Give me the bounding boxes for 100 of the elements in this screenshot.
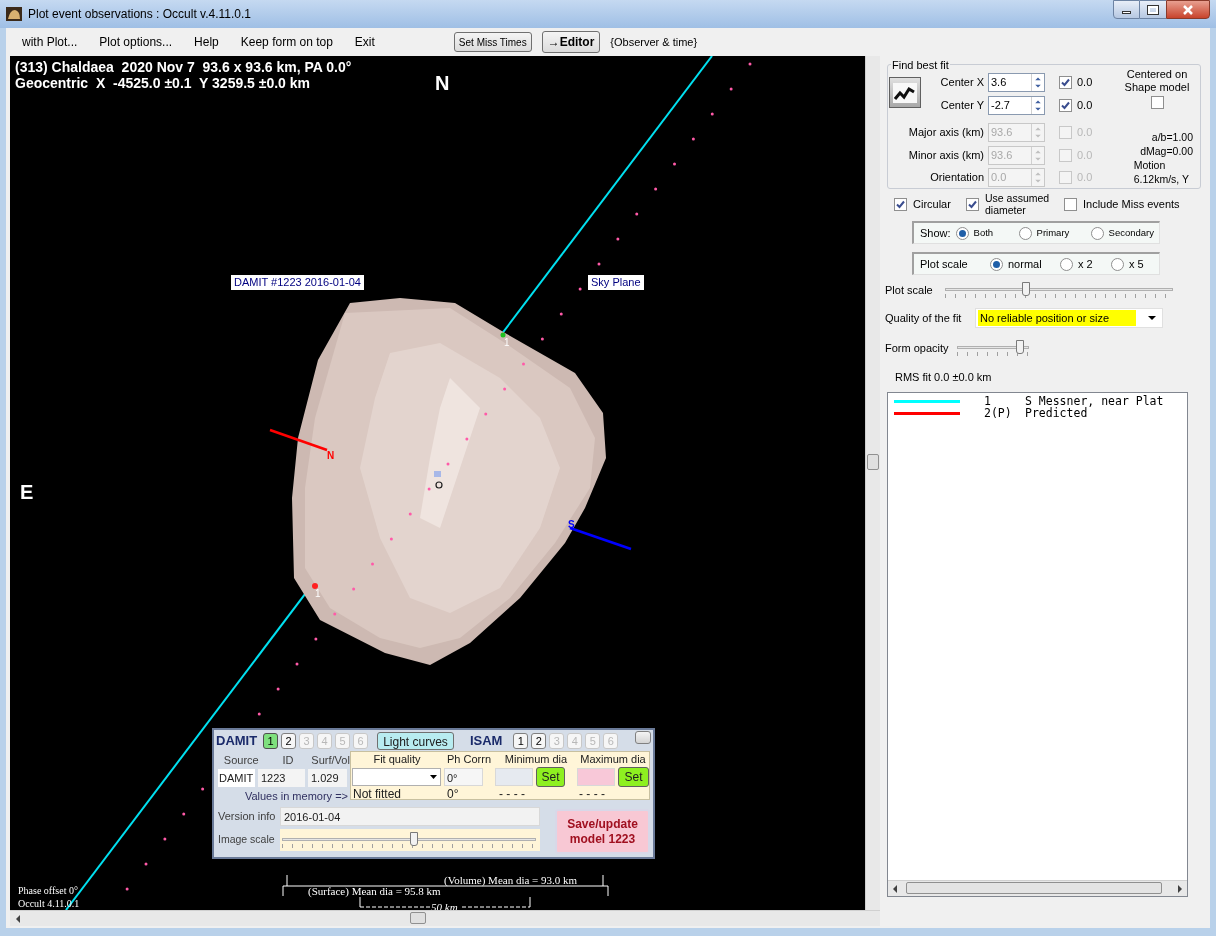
minimize-button[interactable] <box>1113 0 1140 19</box>
observer-number: 2(P) <box>984 405 1013 422</box>
menu-item[interactable]: with Plot... <box>22 33 78 51</box>
vertical-scrollbar[interactable] <box>865 56 880 910</box>
radio-button[interactable] <box>1060 257 1073 271</box>
slider-thumb[interactable] <box>1022 282 1030 296</box>
maximum-dia-field[interactable] <box>577 768 615 786</box>
field-label: Major axis (km) <box>907 125 985 141</box>
form-opacity-slider[interactable] <box>957 338 1029 358</box>
version-info-field[interactable]: 2016-01-04 <box>280 807 540 826</box>
maximum-dia-value: - - - - <box>578 785 606 803</box>
surf-vol-field: 1.029 <box>308 769 347 787</box>
minimum-dia-field[interactable] <box>495 768 533 786</box>
list-horizontal-scrollbar[interactable] <box>888 879 1187 896</box>
checkbox[interactable] <box>1150 96 1164 109</box>
scrollbar-thumb[interactable] <box>867 454 879 470</box>
observer-time-link[interactable]: {Observer & time} <box>610 33 698 51</box>
radio-button[interactable] <box>1090 226 1104 240</box>
plot-scale-slider[interactable] <box>945 280 1173 300</box>
number-spinner[interactable]: 3.6 <box>988 73 1045 92</box>
maximize-button[interactable] <box>1140 0 1166 19</box>
checkbox[interactable] <box>1064 197 1077 211</box>
chord-label: 1 <box>504 337 510 348</box>
field-label: Orientation <box>929 169 985 185</box>
menu-item[interactable]: Help <box>194 33 219 51</box>
model-button[interactable]: 2 <box>281 733 297 749</box>
radio-button[interactable] <box>1018 226 1032 240</box>
set-miss-times-button[interactable]: Set Miss Times <box>453 32 532 52</box>
model-button[interactable]: 2 <box>531 733 547 749</box>
checkbox[interactable] <box>1059 76 1072 89</box>
sky-plane-label: Sky Plane <box>588 275 644 290</box>
right-arrow-icon[interactable] <box>1177 884 1183 893</box>
dmag-label: dMag=0.00 <box>1140 144 1193 158</box>
slider-thumb[interactable] <box>409 832 418 846</box>
shape-label: DAMIT #1223 2016-01-04 <box>231 275 364 290</box>
fit-status: Not fitted <box>352 785 403 803</box>
menu-item[interactable]: Exit <box>354 33 375 51</box>
motion-value: 6.12km/s, Y <box>1133 172 1189 186</box>
collapse-button[interactable] <box>635 731 652 744</box>
group-label: Show: <box>920 225 951 241</box>
checkbox[interactable] <box>1059 99 1072 112</box>
image-scale-slider[interactable] <box>282 830 536 850</box>
radio-label: x 2 <box>1078 256 1093 272</box>
caret-icon <box>1148 316 1156 320</box>
observer-name: Predicted <box>1025 405 1088 422</box>
plot-heading: (313) Chaldaea 2020 Nov 7 93.6 x 93.6 km, PA 0.0° <box>15 59 352 75</box>
id-field: 1223 <box>258 769 305 787</box>
model-button[interactable]: 1 <box>513 733 529 749</box>
field-label: Minor axis (km) <box>907 147 985 163</box>
north-label: N <box>435 72 450 94</box>
phase-offset-label: Phase offset 0° <box>18 885 78 897</box>
column-header: Ph Corrn <box>446 751 492 767</box>
left-arrow-icon[interactable] <box>892 884 898 893</box>
rms-fit-label: RMS fit 0.0 ±0.0 km <box>895 370 993 385</box>
observer-number: 1 <box>984 392 991 408</box>
source-field: DAMIT <box>218 769 255 787</box>
horizontal-scrollbar[interactable] <box>10 910 880 926</box>
east-label: E <box>20 481 34 503</box>
radio-button[interactable] <box>1111 257 1124 271</box>
chord-end-marker <box>500 332 506 338</box>
radio-label: Secondary <box>1108 225 1154 240</box>
field-label: Center X <box>939 75 985 91</box>
radio-button[interactable] <box>990 257 1003 271</box>
slider-thumb[interactable] <box>1015 340 1024 354</box>
save-update-button[interactable]: Save/update model 1223 <box>555 809 650 854</box>
editor-button[interactable]: →Editor <box>541 31 601 53</box>
menu-item[interactable]: Plot options... <box>99 33 173 51</box>
left-arrow-icon[interactable] <box>15 915 21 923</box>
option-label: Circular <box>913 196 951 212</box>
minimum-dia-value: - - - - <box>498 785 526 803</box>
scrollbar-thumb[interactable] <box>906 881 1162 894</box>
checkbox[interactable] <box>894 197 907 211</box>
ph-corrn-field: 0° <box>444 768 483 786</box>
light-curves-button[interactable]: Light curves <box>377 732 454 750</box>
ph-corrn-value: 0° <box>446 785 460 803</box>
model-button[interactable]: 1 <box>263 733 279 749</box>
radio-label: Both <box>973 225 994 240</box>
plot-scale-label: Plot scale <box>885 282 934 298</box>
quality-dropdown[interactable]: No reliable position or size <box>975 308 1163 328</box>
motion-label: Motion <box>1133 158 1166 172</box>
south-pole-line <box>569 526 632 551</box>
column-header: Surf/Vol <box>311 752 350 768</box>
column-header: Maximum dia <box>579 751 647 767</box>
fit-quality-dropdown[interactable] <box>352 768 441 786</box>
checkbox[interactable] <box>966 197 979 211</box>
radio-button[interactable] <box>955 226 969 240</box>
ratio-label: a/b=1.00 <box>1151 130 1193 144</box>
scrollbar-thumb[interactable] <box>410 912 426 924</box>
fit-reading: 0.0 <box>1077 125 1093 141</box>
set-button[interactable]: Set <box>618 767 649 787</box>
set-button[interactable]: Set <box>536 767 565 787</box>
caret-icon <box>430 775 437 779</box>
radio-label: normal <box>1008 256 1042 272</box>
form-opacity-label: Form opacity <box>885 340 950 356</box>
menu-item[interactable]: Keep form on top <box>240 33 333 51</box>
center-marker-icon <box>434 471 443 489</box>
image-scale-label: Image scale <box>218 832 276 848</box>
fit-button[interactable] <box>889 77 921 108</box>
close-button[interactable] <box>1166 0 1210 19</box>
number-spinner[interactable]: -2.7 <box>988 96 1045 115</box>
